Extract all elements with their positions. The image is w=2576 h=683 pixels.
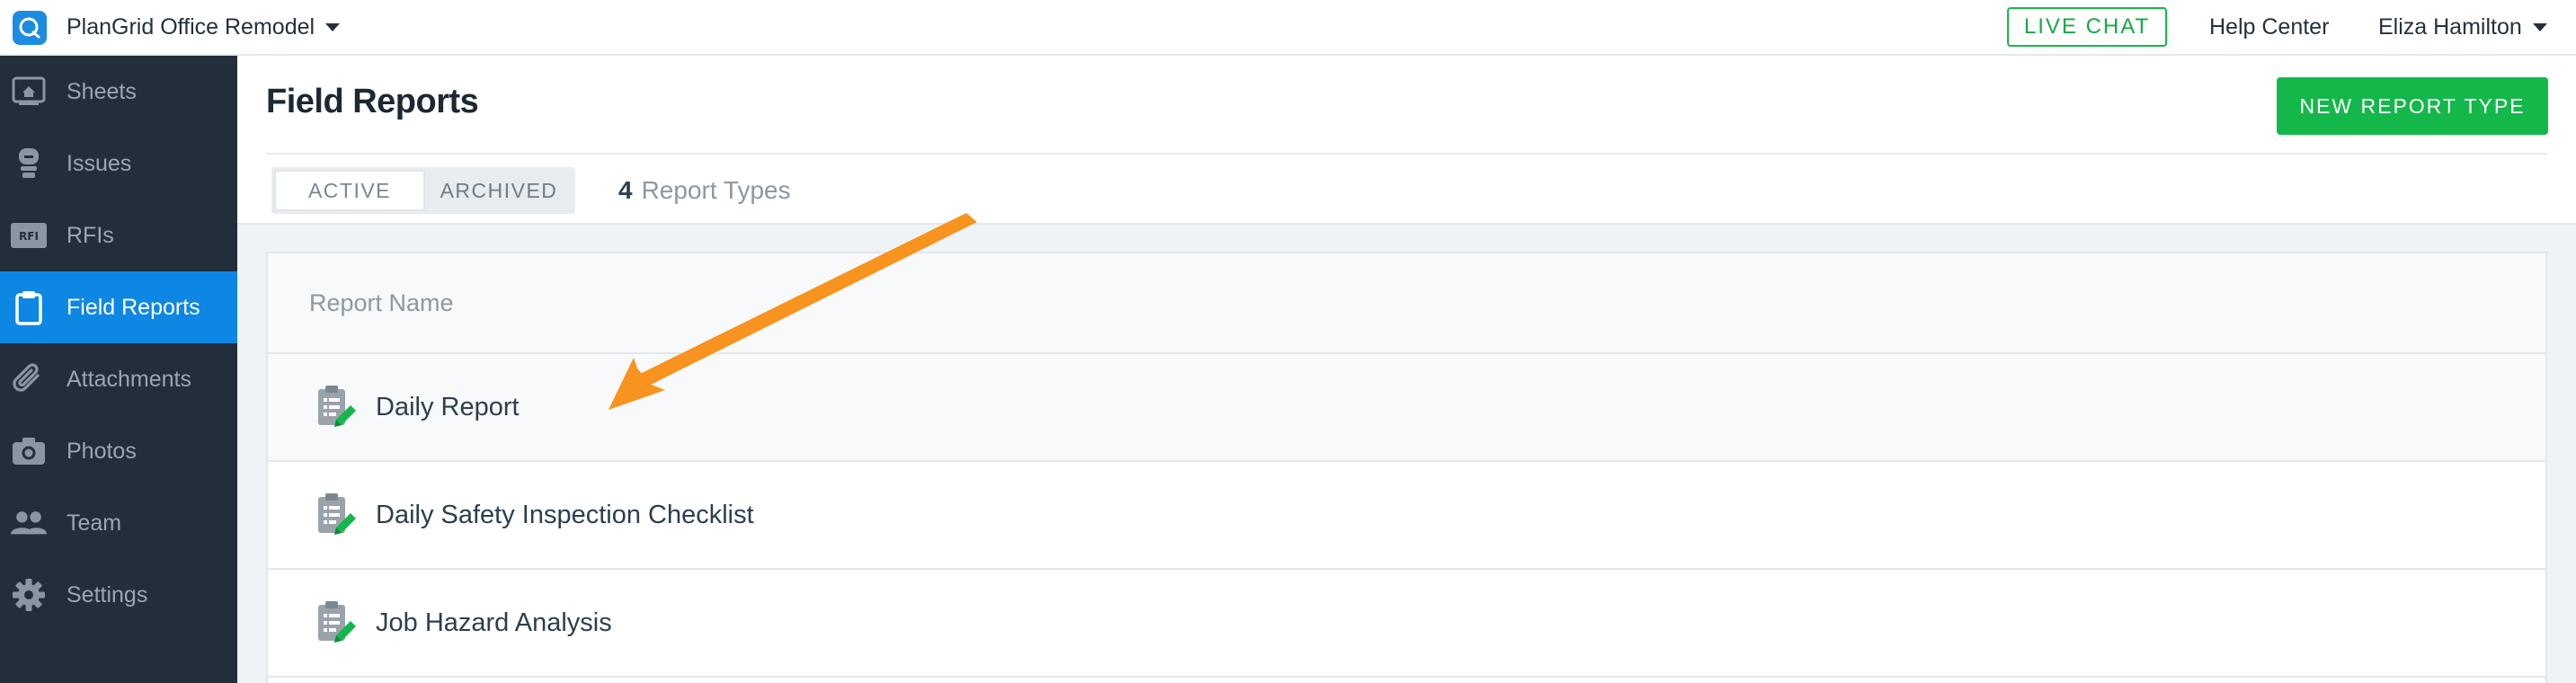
sheets-icon bbox=[11, 74, 47, 110]
sidebar-item-photos[interactable]: Photos bbox=[0, 415, 237, 487]
user-menu[interactable]: Eliza Hamilton bbox=[2378, 0, 2547, 54]
report-edit-icon bbox=[318, 493, 356, 535]
sidebar: Sheets Issues RFI RFIs Field Reports Att… bbox=[0, 56, 237, 683]
issues-icon bbox=[11, 146, 47, 182]
top-bar: PlanGrid Office Remodel LIVE CHAT Help C… bbox=[0, 0, 2576, 56]
user-name: Eliza Hamilton bbox=[2378, 13, 2522, 40]
report-types-table: Report Name Daily Report Daily Safety In… bbox=[266, 252, 2547, 683]
page-header: Field Reports NEW REPORT TYPE ACTIVE ARC… bbox=[237, 56, 2576, 225]
sidebar-item-sheets[interactable]: Sheets bbox=[0, 56, 237, 128]
report-type-count-text: Report Types bbox=[641, 176, 791, 204]
sidebar-item-label: Sheets bbox=[67, 78, 137, 104]
plangrid-logo-icon[interactable] bbox=[13, 11, 47, 45]
sidebar-item-label: Attachments bbox=[67, 366, 191, 392]
tab-active[interactable]: ACTIVE bbox=[274, 170, 425, 211]
project-switcher[interactable]: PlanGrid Office Remodel bbox=[67, 0, 341, 54]
sidebar-item-label: Settings bbox=[67, 581, 148, 608]
table-row[interactable]: Daily Report bbox=[268, 354, 2545, 462]
table-row[interactable]: Daily Safety Inspection Checklist bbox=[268, 462, 2545, 570]
divider bbox=[266, 153, 2547, 155]
column-header-report-name[interactable]: Report Name bbox=[309, 289, 454, 317]
status-toggle: ACTIVE ARCHIVED bbox=[271, 167, 575, 214]
chevron-down-icon bbox=[325, 22, 341, 31]
sidebar-item-label: Field Reports bbox=[67, 294, 200, 320]
sidebar-item-rfis[interactable]: RFI RFIs bbox=[0, 200, 237, 271]
report-edit-icon bbox=[318, 386, 356, 427]
sidebar-item-label: Team bbox=[67, 510, 122, 536]
clipboard-icon bbox=[11, 289, 47, 325]
camera-icon bbox=[11, 433, 47, 469]
svg-text:RFI: RFI bbox=[19, 230, 39, 243]
sidebar-item-field-reports[interactable]: Field Reports bbox=[0, 271, 237, 343]
report-type-count: 4 Report Types bbox=[618, 167, 791, 214]
live-chat-button[interactable]: LIVE CHAT bbox=[2007, 7, 2167, 47]
page-title: Field Reports bbox=[266, 83, 479, 120]
team-icon bbox=[11, 505, 47, 541]
rfi-icon: RFI bbox=[11, 217, 47, 253]
chevron-down-icon bbox=[2532, 22, 2547, 31]
project-name: PlanGrid Office Remodel bbox=[67, 13, 315, 40]
table-row[interactable]: Job Hazard Analysis bbox=[268, 570, 2545, 678]
gear-icon bbox=[11, 577, 47, 613]
sidebar-item-issues[interactable]: Issues bbox=[0, 128, 237, 200]
report-edit-icon bbox=[318, 601, 356, 643]
paperclip-icon bbox=[11, 361, 47, 397]
sidebar-item-attachments[interactable]: Attachments bbox=[0, 343, 237, 415]
sidebar-item-settings[interactable]: Settings bbox=[0, 559, 237, 631]
help-center-link[interactable]: Help Center bbox=[2209, 0, 2329, 54]
report-name: Daily Report bbox=[376, 392, 520, 421]
sidebar-item-label: RFIs bbox=[67, 222, 114, 248]
main-content: Field Reports NEW REPORT TYPE ACTIVE ARC… bbox=[237, 56, 2576, 683]
report-name: Daily Safety Inspection Checklist bbox=[376, 500, 754, 529]
sidebar-item-team[interactable]: Team bbox=[0, 487, 237, 559]
new-report-type-button[interactable]: NEW REPORT TYPE bbox=[2277, 77, 2548, 135]
report-name: Job Hazard Analysis bbox=[376, 608, 612, 637]
sidebar-item-label: Photos bbox=[67, 438, 137, 464]
table-header: Report Name bbox=[268, 253, 2545, 354]
tab-archived[interactable]: ARCHIVED bbox=[425, 170, 573, 211]
sidebar-item-label: Issues bbox=[67, 150, 132, 176]
report-type-count-number: 4 bbox=[618, 176, 633, 204]
